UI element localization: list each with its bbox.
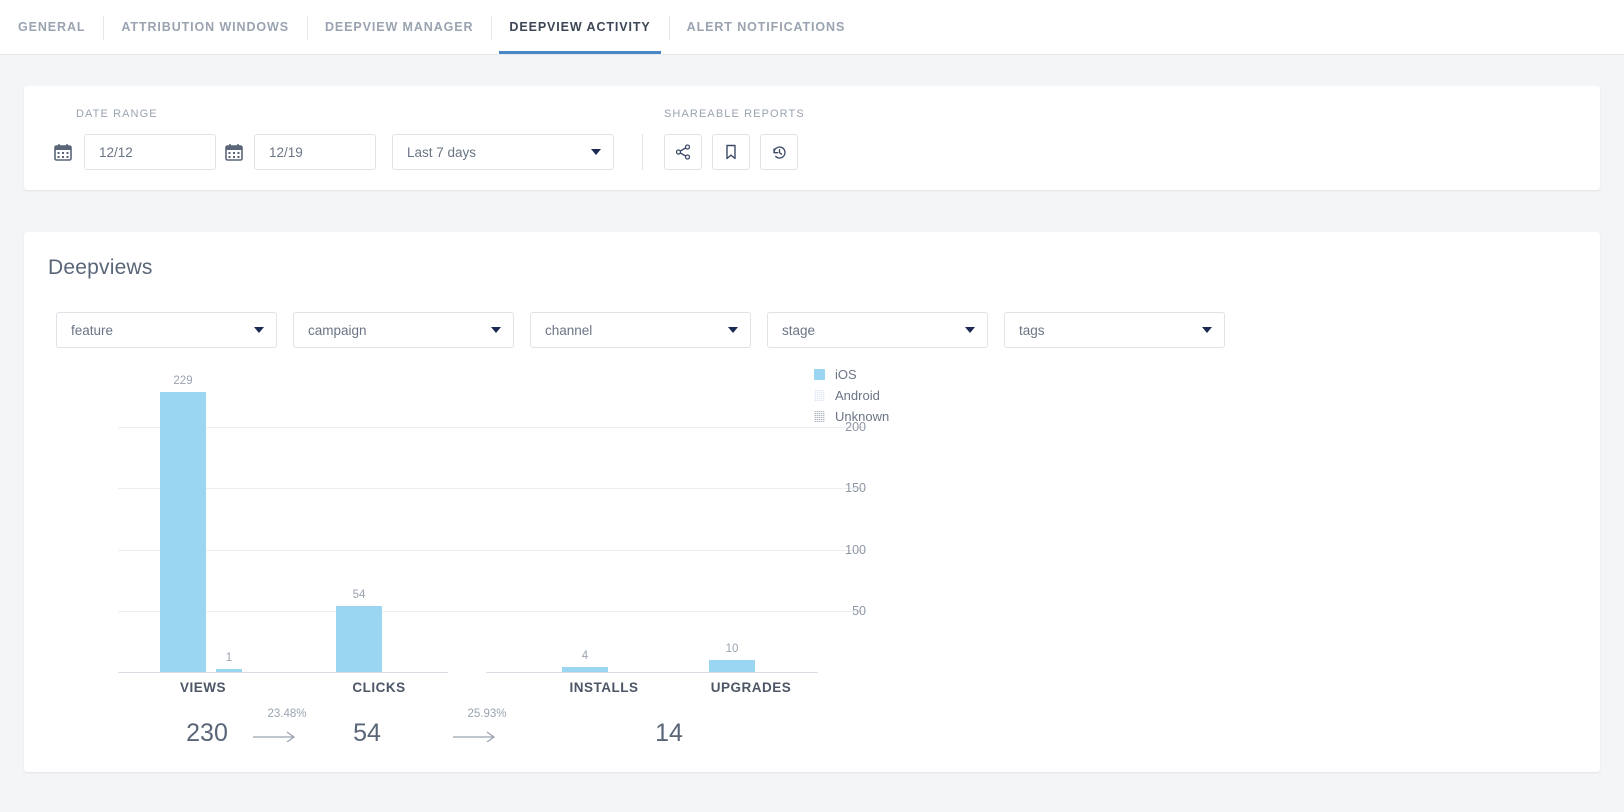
start-date-input[interactable]: 12/12 (84, 134, 216, 170)
report-history-button[interactable] (760, 134, 798, 170)
funnel-step-label: UPGRADES (711, 680, 792, 695)
history-icon (771, 144, 788, 161)
bar-views-ios[interactable] (160, 392, 206, 672)
funnel-step-label: CLICKS (352, 680, 405, 695)
shareable-reports-label: SHAREABLE REPORTS (664, 108, 805, 120)
settings-tabbar: GENERAL ATTRIBUTION WINDOWS DEEPVIEW MAN… (0, 0, 1624, 55)
date-range-group: DATE RANGE (76, 108, 158, 120)
y-axis-tick: 50 (818, 604, 866, 618)
gridline (118, 550, 866, 551)
calendar-icon-start[interactable] (54, 143, 72, 161)
chevron-down-icon (254, 327, 264, 333)
bookmark-report-button[interactable] (712, 134, 750, 170)
deepviews-panel: Deepviews feature campaign channel stage… (24, 232, 1600, 772)
chevron-down-icon (591, 149, 601, 155)
tab-deepview-activity[interactable]: DEEPVIEW ACTIVITY (491, 0, 668, 54)
chevron-down-icon (965, 327, 975, 333)
deepviews-bar-chart: 50 100 150 200 229 54 4 10 1 (56, 372, 866, 672)
gridline (118, 611, 866, 612)
filter-channel[interactable]: channel (530, 312, 751, 348)
x-axis-line (486, 672, 818, 673)
calendar-icon-end[interactable] (225, 143, 243, 161)
date-preset-select[interactable]: Last 7 days (392, 134, 614, 170)
toolbar-divider (642, 134, 643, 170)
filter-stage-value: stage (782, 323, 815, 338)
shareable-reports-group: SHAREABLE REPORTS (664, 108, 805, 120)
chevron-down-icon (491, 327, 501, 333)
filter-campaign-value: campaign (308, 323, 367, 338)
funnel-step-label: VIEWS (180, 680, 226, 695)
date-range-label: DATE RANGE (76, 108, 158, 120)
start-date-value: 12/12 (99, 145, 133, 160)
funnel-step-total: 54 (353, 719, 381, 748)
bar-value-label: 54 (353, 589, 366, 601)
tab-list: GENERAL ATTRIBUTION WINDOWS DEEPVIEW MAN… (0, 0, 863, 54)
bar-value-label: 4 (582, 650, 588, 662)
filter-feature-value: feature (71, 323, 113, 338)
conversion-rate: 23.48% (267, 708, 306, 720)
share-report-button[interactable] (664, 134, 702, 170)
y-axis-tick: 100 (818, 543, 866, 557)
bar-value-label: 10 (726, 643, 739, 655)
bar-views-android[interactable] (216, 669, 242, 672)
filter-channel-value: channel (545, 323, 592, 338)
tab-general[interactable]: GENERAL (0, 0, 103, 54)
tab-attribution-windows[interactable]: ATTRIBUTION WINDOWS (103, 0, 307, 54)
filter-feature[interactable]: feature (56, 312, 277, 348)
gridline (118, 427, 866, 428)
filter-stage[interactable]: stage (767, 312, 988, 348)
x-axis-line (118, 672, 448, 673)
share-icon (675, 144, 691, 160)
y-axis-tick: 150 (818, 481, 866, 495)
end-date-value: 12/19 (269, 145, 303, 160)
bar-value-label: 1 (226, 652, 232, 664)
bookmark-icon (724, 144, 738, 160)
chevron-down-icon (728, 327, 738, 333)
tab-deepview-manager[interactable]: DEEPVIEW MANAGER (307, 0, 491, 54)
bar-value-label: 229 (173, 375, 192, 387)
bar-clicks-ios[interactable] (336, 606, 382, 672)
date-preset-value: Last 7 days (407, 145, 476, 160)
chevron-down-icon (1202, 327, 1212, 333)
funnel-step-total: 14 (655, 719, 683, 748)
filter-toolbar-card: DATE RANGE 12/12 (24, 86, 1600, 190)
funnel-step-label: INSTALLS (570, 680, 639, 695)
gridline (118, 488, 866, 489)
tab-alert-notifications[interactable]: ALERT NOTIFICATIONS (669, 0, 864, 54)
filter-tags-value: tags (1019, 323, 1045, 338)
conversion-rate: 25.93% (467, 708, 506, 720)
filter-tags[interactable]: tags (1004, 312, 1225, 348)
conversion-arrow-icon (475, 724, 499, 747)
y-axis-tick: 200 (818, 420, 866, 434)
conversion-arrow-icon (275, 724, 299, 747)
filter-campaign[interactable]: campaign (293, 312, 514, 348)
bar-upgrades-ios[interactable] (709, 660, 755, 672)
bar-installs-ios[interactable] (562, 667, 608, 672)
end-date-input[interactable]: 12/19 (254, 134, 376, 170)
dimension-filter-row: feature campaign channel stage tags (56, 312, 1225, 348)
funnel-step-total: 230 (186, 719, 228, 748)
page-title: Deepviews (48, 256, 153, 280)
